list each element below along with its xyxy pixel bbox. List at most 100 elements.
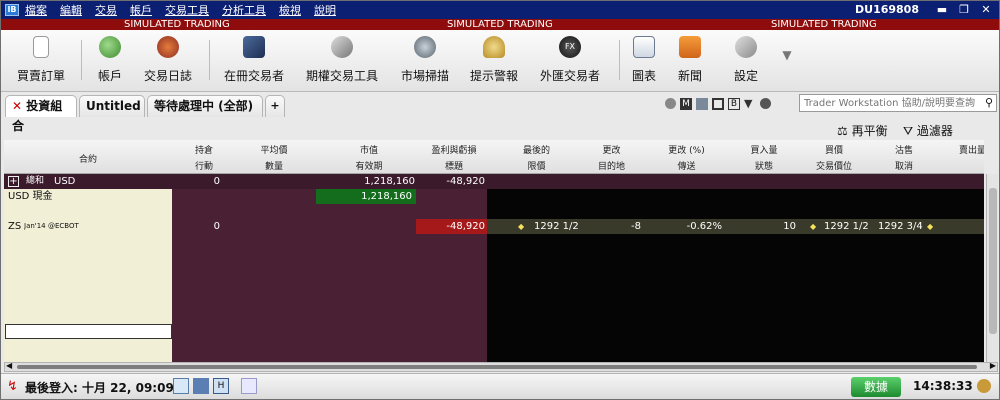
zs-position: 0 [213, 221, 220, 232]
refresh-icon[interactable] [665, 98, 676, 109]
total-market-value: 1,218,160 [364, 176, 415, 187]
ib-logo-icon: IB [5, 4, 19, 16]
menu-analytical-tools[interactable]: 分析工具 [222, 2, 266, 18]
total-position: 0 [213, 176, 220, 187]
cash-market-value: 1,218,160 [316, 189, 416, 204]
close-tab-icon[interactable]: ✕ [12, 99, 22, 113]
account-button[interactable]: 帳戶 [93, 34, 127, 88]
zs-bid-size: 10 [783, 221, 796, 232]
zs-change: -8 [631, 221, 641, 232]
order-button[interactable]: 買賣訂單 [13, 34, 69, 88]
tab-portfolio[interactable]: ✕ 投資組合 [5, 95, 77, 133]
market-scanner-button[interactable]: 市場掃描 [397, 34, 453, 88]
zs-contract: ZS [8, 221, 22, 232]
alerts-button[interactable]: 提示警報 [467, 34, 521, 88]
header-destination[interactable]: 目的地 [579, 159, 644, 172]
alert-bell-icon [483, 36, 505, 58]
header-change-pct[interactable]: 更改 (%) [644, 143, 729, 156]
user-icon[interactable] [977, 379, 991, 393]
header-bid[interactable]: 買價 [799, 143, 869, 156]
h-icon[interactable]: H [213, 378, 229, 394]
funnel-icon: ⛛ [903, 124, 914, 138]
header-market-value[interactable]: 市值 [319, 143, 419, 156]
tab-untitled[interactable]: Untitled [79, 95, 145, 117]
window-icon[interactable] [696, 98, 708, 110]
table-row-total[interactable]: + 總和 USD 0 1,218,160 -48,920 [4, 174, 984, 189]
header-action[interactable]: 行動 [174, 159, 234, 172]
toolbar-overflow-chevron-icon[interactable]: ▼ [779, 48, 795, 64]
layout-tools: M B ▼ [665, 98, 771, 110]
settings-icon [735, 36, 757, 58]
header-pnl[interactable]: 盈利與虧損 [419, 143, 489, 156]
settings-button[interactable]: 設定 [731, 34, 761, 88]
minimize-button[interactable]: ▬ [933, 3, 951, 17]
scroll-thumb[interactable] [17, 365, 977, 369]
scroll-right-icon[interactable]: ▶ [990, 361, 996, 370]
zs-last: 1292 1/2 [534, 221, 579, 232]
total-pnl: -48,920 [446, 176, 485, 187]
header-change[interactable]: 更改 [579, 143, 644, 156]
table-row-zs[interactable]: ZS Jan'14 @ECBOT 0 -48,920 ◆ 1292 1/2 -8… [4, 219, 984, 234]
vertical-scrollbar[interactable] [986, 174, 998, 362]
b-icon[interactable]: B [728, 98, 740, 110]
header-title[interactable]: 標題 [419, 159, 489, 172]
clock: 14:38:33 [913, 379, 973, 393]
new-contract-input[interactable] [5, 324, 172, 339]
layout-icon[interactable] [712, 98, 724, 110]
expand-icon[interactable]: + [8, 176, 19, 187]
tab-pending-all[interactable]: 等待處理中 (全部) [147, 95, 263, 117]
menu-file[interactable]: 檔案 [25, 2, 47, 18]
header-status[interactable]: 狀態 [729, 159, 799, 172]
search-icon[interactable]: ⚲ [985, 96, 993, 109]
header-ask[interactable]: 沽售 [869, 143, 939, 156]
horizontal-scrollbar[interactable]: ◀ ▶ [4, 361, 998, 372]
menu-view[interactable]: 檢視 [279, 2, 301, 18]
header-tif[interactable]: 有效期 [319, 159, 419, 172]
header-bid-size[interactable]: 買入量 [729, 143, 799, 156]
menu-edit[interactable]: 編輯 [60, 2, 82, 18]
header-ask-size[interactable]: 賣出量 [939, 143, 984, 156]
zs-change-pct: -0.62% [686, 221, 722, 232]
column-header: 合約 持倉 平均價 市值 盈利與虧損 最後的 更改 更改 (%) 買入量 買價 … [4, 140, 984, 174]
layout-icon[interactable] [173, 378, 189, 394]
fx-trader-button[interactable]: FX 外匯交易者 [537, 34, 603, 88]
charts-button[interactable]: 圖表 [629, 34, 659, 88]
header-last[interactable]: 最後的 [494, 143, 579, 156]
book-trader-button[interactable]: 在冊交易者 [221, 34, 287, 88]
header-transmit[interactable]: 傳送 [644, 159, 729, 172]
globe-icon[interactable] [760, 98, 771, 109]
header-trade-price[interactable]: 交易價位 [799, 159, 869, 172]
options-tool-button[interactable]: 期權交易工具 [303, 34, 381, 88]
last-login: 最後登入: 十月 22, 09:09 [25, 381, 174, 395]
header-contract[interactable]: 合約 [79, 152, 97, 165]
scroll-thumb[interactable] [989, 188, 997, 334]
header-limit[interactable]: 限價 [494, 159, 579, 172]
filter-button[interactable]: ⛛ 過濾器 [903, 122, 953, 139]
search-box[interactable]: ⚲ [799, 94, 997, 112]
restore-button[interactable]: ❐ [955, 3, 973, 17]
news-button[interactable]: 新聞 [675, 34, 705, 88]
table-row-cash[interactable]: USD 現金 1,218,160 [4, 189, 984, 204]
scroll-left-icon[interactable]: ◀ [6, 361, 12, 370]
sync-icon[interactable] [241, 378, 257, 394]
menu-trade[interactable]: 交易 [95, 2, 117, 18]
header-avg-price[interactable]: 平均價 [229, 143, 319, 156]
status-bar: ↯ 最後登入: 十月 22, 09:09 H 數據 14:38:33 [1, 373, 999, 399]
menu-account[interactable]: 帳戶 [130, 2, 152, 18]
header-position[interactable]: 持倉 [174, 143, 234, 156]
header-quantity[interactable]: 數量 [229, 159, 319, 172]
header-cancel[interactable]: 取消 [869, 159, 939, 172]
journal-button[interactable]: 交易日誌 [141, 34, 195, 88]
menu-help[interactable]: 說明 [314, 2, 336, 18]
m-icon[interactable]: M [680, 98, 692, 110]
menu-trading-tools[interactable]: 交易工具 [165, 2, 209, 18]
funnel-icon[interactable]: ▼ [744, 98, 756, 110]
zs-ask: 1292 3/4 [878, 221, 923, 232]
add-tab-button[interactable]: + [265, 95, 285, 117]
split-icon[interactable] [193, 378, 209, 394]
rebalance-button[interactable]: ⚖ 再平衡 [837, 122, 888, 139]
close-button[interactable]: ✕ [977, 3, 995, 17]
portfolio-actions: ⚖ 再平衡 ⛛ 過濾器 [1, 117, 999, 139]
data-button[interactable]: 數據 [851, 377, 901, 397]
search-input[interactable] [800, 95, 976, 111]
